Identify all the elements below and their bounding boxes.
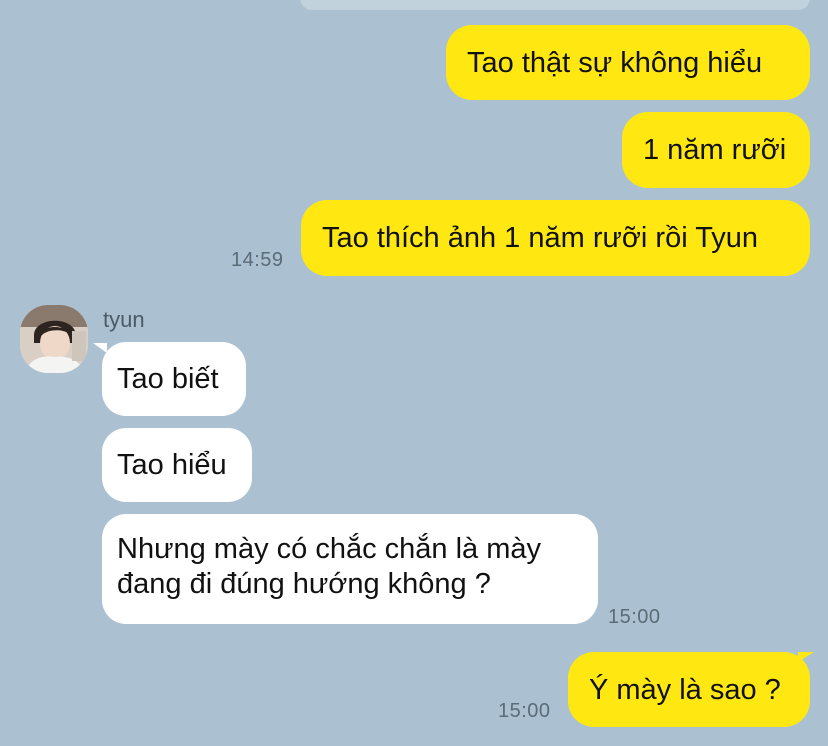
message-text: Ý mày là sao ? bbox=[589, 673, 781, 706]
outgoing-message-bubble[interactable]: Tao thật sự không hiểu bbox=[446, 25, 810, 100]
outgoing-message-bubble[interactable]: Ý mày là sao ? bbox=[568, 652, 810, 727]
message-timestamp: 15:00 bbox=[608, 606, 661, 628]
message-text: Tao biết bbox=[117, 363, 219, 395]
bubble-tail bbox=[93, 343, 107, 353]
incoming-message-bubble[interactable]: Nhưng mày có chắc chắn là mày đang đi đú… bbox=[102, 514, 598, 624]
profile-photo-icon bbox=[20, 305, 88, 373]
message-text: 1 năm rưỡi bbox=[643, 134, 787, 166]
bubble-tail bbox=[798, 652, 814, 662]
message-timestamp: 14:59 bbox=[231, 249, 284, 271]
incoming-message-bubble[interactable]: Tao hiểu bbox=[102, 428, 252, 502]
sender-name: tyun bbox=[103, 307, 145, 332]
message-text: Tao thích ảnh 1 năm rưỡi rồi Tyun bbox=[322, 222, 759, 254]
incoming-message-bubble[interactable]: Tao biết bbox=[102, 342, 246, 416]
message-text: Nhưng mày có chắc chắn là mày đang đi đú… bbox=[117, 533, 541, 600]
contact-avatar[interactable] bbox=[20, 305, 88, 373]
message-timestamp: 15:00 bbox=[498, 700, 551, 722]
outgoing-message-bubble[interactable]: Tao thích ảnh 1 năm rưỡi rồi Tyun bbox=[301, 200, 810, 276]
outgoing-message-bubble[interactable]: 1 năm rưỡi bbox=[622, 112, 810, 188]
previous-message-bubble-edge bbox=[300, 0, 810, 10]
message-text: Tao thật sự không hiểu bbox=[467, 46, 763, 79]
message-text: Tao hiểu bbox=[117, 449, 227, 481]
